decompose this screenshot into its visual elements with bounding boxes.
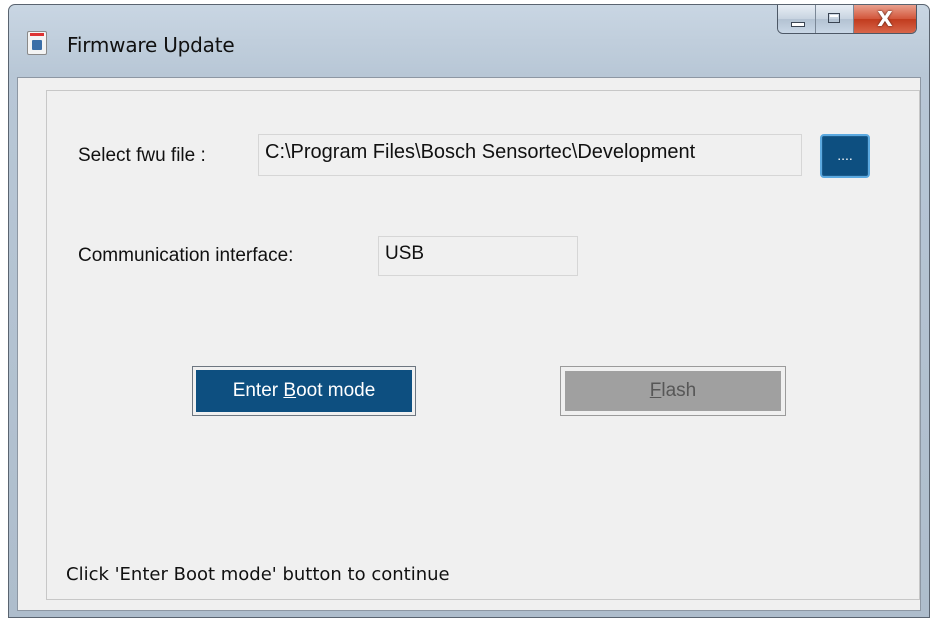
browse-button[interactable]: .... [820,134,870,178]
select-file-label: Select fwu file : [78,145,206,166]
flash-label: Flash [565,371,781,411]
communication-interface-label: Communication interface: [78,245,294,266]
close-icon: X [877,7,893,31]
flash-button: Flash [560,366,786,416]
maximize-button[interactable] [816,5,854,33]
status-text: Click 'Enter Boot mode' button to contin… [66,564,450,585]
minimize-icon [791,22,805,27]
bosch-brand-mark [30,33,44,36]
communication-interface-field: USB [378,236,578,276]
minimize-button[interactable] [778,5,816,33]
window-title: Firmware Update [67,33,235,57]
app-icon[interactable] [27,31,47,55]
maximize-icon [828,13,840,23]
close-button[interactable]: X [854,5,916,33]
enter-boot-mode-button[interactable]: Enter Boot mode [192,366,416,416]
caption-buttons: X [777,5,917,34]
file-path-field[interactable]: C:\Program Files\Bosch Sensortec\Develop… [258,134,802,176]
enter-boot-mode-label: Enter Boot mode [197,371,411,411]
app-icon-glyph [32,40,42,50]
title-bar[interactable]: Firmware Update X [9,5,929,83]
